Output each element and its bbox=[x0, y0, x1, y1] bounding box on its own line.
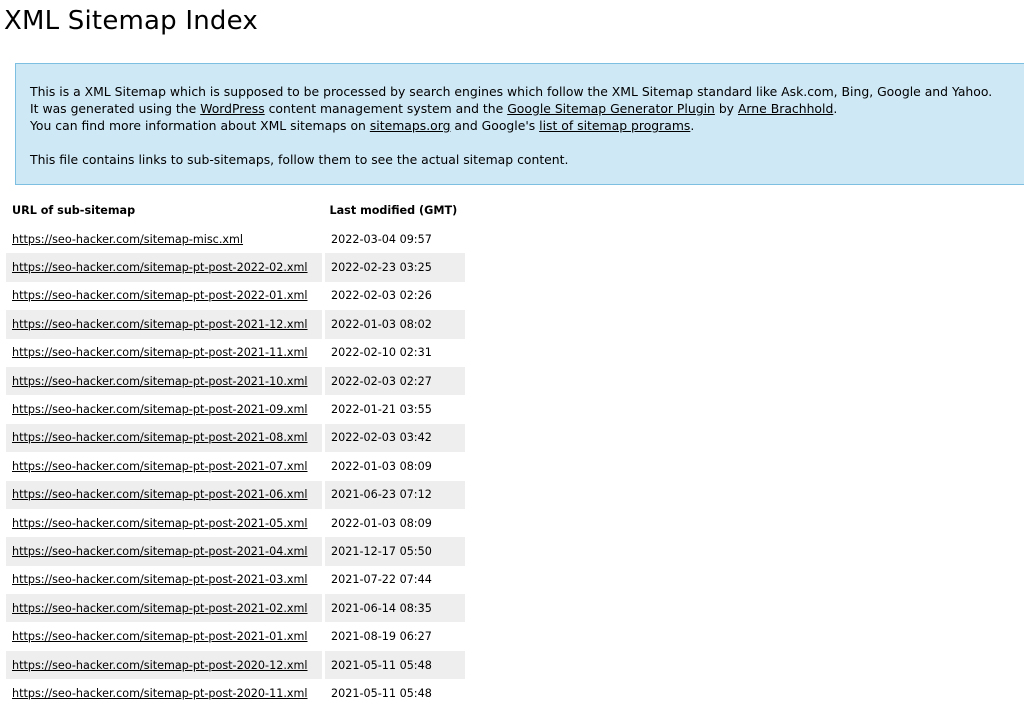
sub-sitemap-link[interactable]: https://seo-hacker.com/sitemap-pt-post-2… bbox=[12, 375, 308, 388]
intro-line-sub-sitemaps: This file contains links to sub-sitemaps… bbox=[30, 152, 569, 167]
intro-text: It was generated using the bbox=[30, 101, 201, 116]
sitemap-table: URL of sub-sitemap Last modified (GMT) h… bbox=[6, 196, 465, 708]
last-modified-cell: 2022-02-03 02:26 bbox=[331, 289, 432, 303]
intro-text: You can find more information about XML … bbox=[30, 118, 370, 133]
wordpress-link[interactable]: WordPress bbox=[200, 101, 264, 116]
last-modified-cell: 2022-02-10 02:31 bbox=[331, 346, 432, 360]
table-row: https://seo-hacker.com/sitemap-pt-post-2… bbox=[6, 650, 465, 680]
sub-sitemap-link[interactable]: https://seo-hacker.com/sitemap-pt-post-2… bbox=[12, 545, 308, 558]
url-cell: https://seo-hacker.com/sitemap-misc.xml bbox=[6, 225, 325, 254]
last-modified-cell: 2022-02-03 03:42 bbox=[323, 423, 465, 453]
last-modified-cell: 2021-05-11 05:48 bbox=[331, 686, 432, 700]
sub-sitemap-link[interactable]: https://seo-hacker.com/sitemap-pt-post-2… bbox=[12, 630, 308, 643]
page-title: XML Sitemap Index bbox=[4, 6, 258, 36]
last-modified-cell: 2022-01-21 03:55 bbox=[331, 403, 432, 417]
intro-text: and Google's bbox=[450, 118, 540, 133]
sub-sitemap-link[interactable]: https://seo-hacker.com/sitemap-pt-post-2… bbox=[12, 460, 308, 473]
table-row: https://seo-hacker.com/sitemap-pt-post-2… bbox=[6, 537, 465, 566]
sitemap-programs-link[interactable]: list of sitemap programs bbox=[539, 118, 690, 133]
url-cell: https://seo-hacker.com/sitemap-pt-post-2… bbox=[6, 253, 325, 282]
table-row: https://seo-hacker.com/sitemap-pt-post-2… bbox=[6, 679, 465, 708]
url-cell: https://seo-hacker.com/sitemap-pt-post-2… bbox=[6, 508, 325, 538]
last-modified-column-header: Last modified (GMT) bbox=[329, 204, 458, 217]
url-cell: https://seo-hacker.com/sitemap-pt-post-2… bbox=[6, 452, 325, 481]
last-modified-cell: 2022-01-03 08:09 bbox=[331, 459, 432, 473]
url-cell: https://seo-hacker.com/sitemap-pt-post-2… bbox=[6, 594, 325, 623]
table-row: https://seo-hacker.com/sitemap-pt-post-2… bbox=[6, 452, 465, 481]
sub-sitemap-link[interactable]: https://seo-hacker.com/sitemap-pt-post-2… bbox=[12, 346, 308, 359]
sitemap-generator-plugin-link[interactable]: Google Sitemap Generator Plugin bbox=[507, 101, 715, 116]
table-row: https://seo-hacker.com/sitemap-pt-post-2… bbox=[6, 508, 465, 538]
table-row: https://seo-hacker.com/sitemap-pt-post-2… bbox=[6, 622, 465, 651]
last-modified-cell: 2021-06-23 07:12 bbox=[323, 480, 465, 509]
table-row: https://seo-hacker.com/sitemap-pt-post-2… bbox=[6, 366, 465, 396]
intro-box: This is a XML Sitemap which is supposed … bbox=[15, 63, 1024, 185]
url-cell: https://seo-hacker.com/sitemap-pt-post-2… bbox=[6, 281, 325, 311]
sub-sitemap-link[interactable]: https://seo-hacker.com/sitemap-pt-post-2… bbox=[12, 687, 308, 700]
intro-text: . bbox=[833, 101, 838, 116]
url-cell: https://seo-hacker.com/sitemap-pt-post-2… bbox=[6, 650, 325, 680]
sub-sitemap-link[interactable]: https://seo-hacker.com/sitemap-pt-post-2… bbox=[12, 573, 308, 586]
table-row: https://seo-hacker.com/sitemap-pt-post-2… bbox=[6, 281, 465, 311]
sub-sitemap-link[interactable]: https://seo-hacker.com/sitemap-pt-post-2… bbox=[12, 289, 308, 302]
sub-sitemap-link[interactable]: https://seo-hacker.com/sitemap-pt-post-2… bbox=[12, 261, 308, 274]
last-modified-cell: 2022-02-03 02:27 bbox=[323, 366, 465, 396]
last-modified-cell: 2022-03-04 09:57 bbox=[331, 232, 432, 246]
url-cell: https://seo-hacker.com/sitemap-pt-post-2… bbox=[6, 622, 325, 651]
table-row: https://seo-hacker.com/sitemap-pt-post-2… bbox=[6, 338, 465, 367]
url-cell: https://seo-hacker.com/sitemap-pt-post-2… bbox=[6, 366, 325, 396]
table-row: https://seo-hacker.com/sitemap-misc.xml … bbox=[6, 225, 465, 254]
table-row: https://seo-hacker.com/sitemap-pt-post-2… bbox=[6, 395, 465, 424]
table-header-row: URL of sub-sitemap Last modified (GMT) bbox=[6, 196, 465, 225]
last-modified-cell: 2022-01-03 08:02 bbox=[323, 310, 465, 339]
table-row: https://seo-hacker.com/sitemap-pt-post-2… bbox=[6, 565, 465, 595]
url-cell: https://seo-hacker.com/sitemap-pt-post-2… bbox=[6, 480, 325, 509]
sub-sitemap-link[interactable]: https://seo-hacker.com/sitemap-pt-post-2… bbox=[12, 431, 308, 444]
intro-line-generator: It was generated using the WordPress con… bbox=[30, 100, 1024, 117]
intro-line-more-info: You can find more information about XML … bbox=[30, 117, 1024, 134]
last-modified-cell: 2021-07-22 07:44 bbox=[331, 573, 432, 587]
last-modified-cell: 2021-08-19 06:27 bbox=[331, 630, 432, 644]
last-modified-cell: 2021-05-11 05:48 bbox=[323, 650, 465, 680]
table-row: https://seo-hacker.com/sitemap-pt-post-2… bbox=[6, 423, 465, 453]
sub-sitemap-link[interactable]: https://seo-hacker.com/sitemap-pt-post-2… bbox=[12, 488, 308, 501]
table-row: https://seo-hacker.com/sitemap-pt-post-2… bbox=[6, 253, 465, 282]
sub-sitemap-link[interactable]: https://seo-hacker.com/sitemap-misc.xml bbox=[12, 233, 243, 246]
author-link[interactable]: Arne Brachhold bbox=[738, 101, 833, 116]
intro-spacer bbox=[30, 134, 1024, 151]
last-modified-cell: 2022-01-03 08:09 bbox=[331, 516, 432, 530]
table-row: https://seo-hacker.com/sitemap-pt-post-2… bbox=[6, 480, 465, 509]
sub-sitemap-link[interactable]: https://seo-hacker.com/sitemap-pt-post-2… bbox=[12, 659, 308, 672]
last-modified-cell: 2021-12-17 05:50 bbox=[323, 537, 465, 566]
sub-sitemap-link[interactable]: https://seo-hacker.com/sitemap-pt-post-2… bbox=[12, 517, 308, 530]
intro-text: . bbox=[690, 118, 695, 133]
url-cell: https://seo-hacker.com/sitemap-pt-post-2… bbox=[6, 338, 325, 367]
url-cell: https://seo-hacker.com/sitemap-pt-post-2… bbox=[6, 537, 325, 566]
last-modified-cell: 2022-02-23 03:25 bbox=[323, 253, 465, 282]
last-modified-cell: 2021-06-14 08:35 bbox=[323, 594, 465, 623]
sub-sitemap-link[interactable]: https://seo-hacker.com/sitemap-pt-post-2… bbox=[12, 318, 308, 331]
url-cell: https://seo-hacker.com/sitemap-pt-post-2… bbox=[6, 310, 325, 339]
url-cell: https://seo-hacker.com/sitemap-pt-post-2… bbox=[6, 395, 325, 424]
intro-line-standards: This is a XML Sitemap which is supposed … bbox=[30, 84, 993, 99]
url-cell: https://seo-hacker.com/sitemap-pt-post-2… bbox=[6, 679, 325, 708]
intro-text: content management system and the bbox=[264, 101, 508, 116]
sub-sitemap-link[interactable]: https://seo-hacker.com/sitemap-pt-post-2… bbox=[12, 602, 308, 615]
table-row: https://seo-hacker.com/sitemap-pt-post-2… bbox=[6, 310, 465, 339]
sitemaps-org-link[interactable]: sitemaps.org bbox=[370, 118, 451, 133]
url-cell: https://seo-hacker.com/sitemap-pt-post-2… bbox=[6, 423, 325, 453]
url-cell: https://seo-hacker.com/sitemap-pt-post-2… bbox=[6, 565, 325, 595]
intro-text: by bbox=[714, 101, 738, 116]
sub-sitemap-link[interactable]: https://seo-hacker.com/sitemap-pt-post-2… bbox=[12, 403, 308, 416]
url-column-header: URL of sub-sitemap bbox=[12, 204, 136, 217]
table-row: https://seo-hacker.com/sitemap-pt-post-2… bbox=[6, 594, 465, 623]
